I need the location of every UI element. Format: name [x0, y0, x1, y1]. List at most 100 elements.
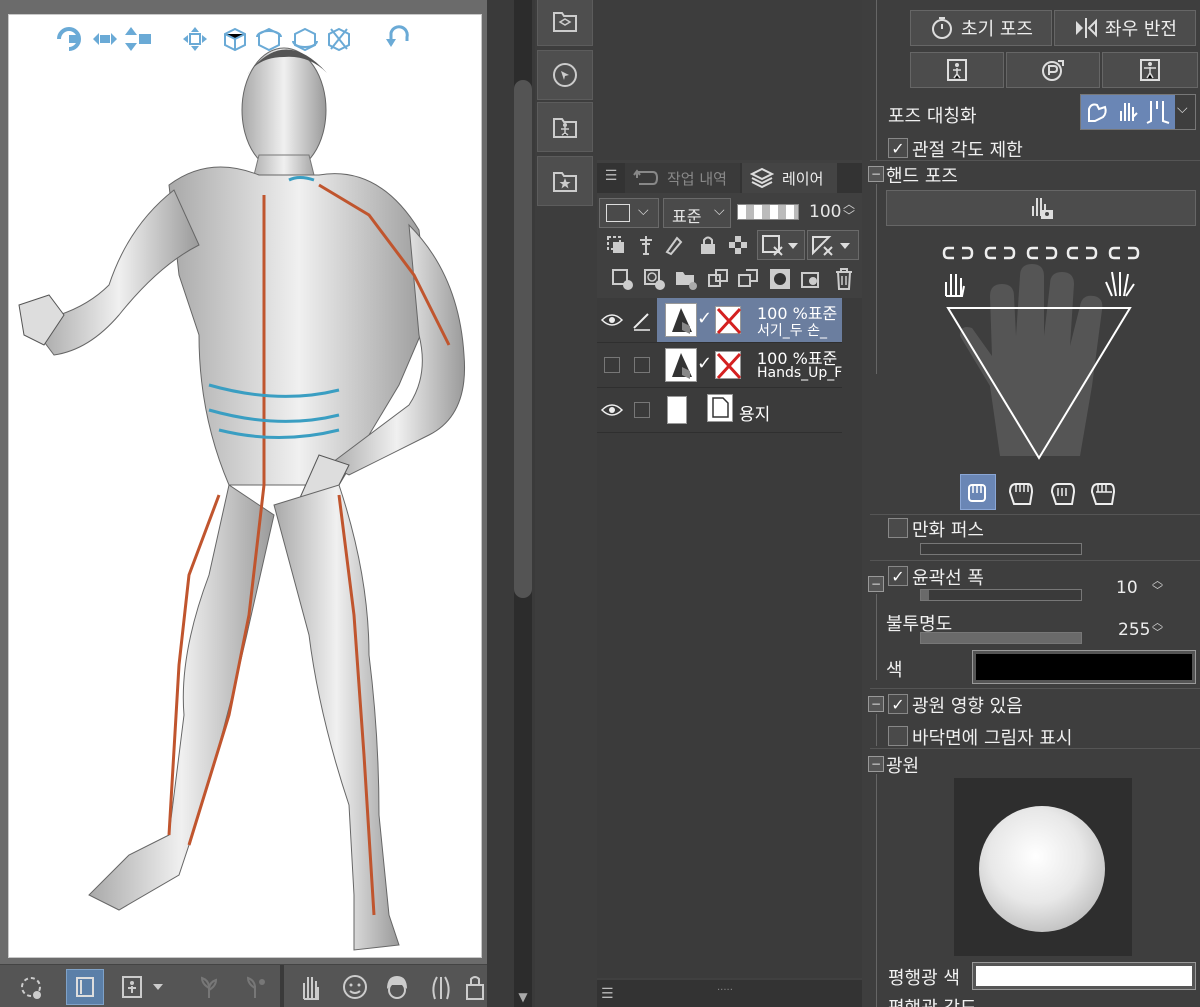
blend-mode-select[interactable]: 표준 ⌵ [663, 198, 731, 228]
fist-icon[interactable] [1006, 478, 1036, 508]
hand-pose-controller[interactable] [930, 236, 1150, 466]
layer-main-area[interactable]: ✓ 100 %표준 Hands_Up_Fr [657, 343, 842, 387]
bag-icon[interactable] [462, 969, 487, 1005]
edit-toggle[interactable] [627, 388, 657, 432]
rotate-camera-icon[interactable] [55, 25, 83, 53]
hand-scanner-button[interactable] [886, 190, 1196, 226]
outline-width-slider[interactable] [920, 589, 1082, 601]
joint-limit-checkbox[interactable]: ✓ [888, 138, 908, 158]
face-icon[interactable] [336, 969, 374, 1005]
dolly-camera-icon[interactable] [121, 25, 153, 53]
hand-pose-collapse-toggle[interactable]: − [868, 166, 884, 182]
initial-pose-button[interactable]: 초기 포즈 [910, 10, 1052, 46]
parallel-light-color-swatch[interactable] [972, 962, 1196, 990]
plant-icon[interactable] [190, 969, 228, 1005]
outline-collapse-toggle[interactable]: − [868, 576, 884, 592]
fist-icon[interactable] [1048, 478, 1078, 508]
opacity-prop-spinner-icon[interactable]: ︿ ﹀ [1152, 617, 1163, 638]
mask-enable-button[interactable] [757, 230, 805, 260]
outline-color-swatch[interactable] [972, 650, 1196, 684]
body-icon[interactable] [422, 969, 460, 1005]
draft-layer-icon[interactable] [661, 232, 687, 258]
plant-alt-icon[interactable] [236, 969, 274, 1005]
hair-icon[interactable] [378, 969, 416, 1005]
pan-camera-icon[interactable] [91, 25, 119, 53]
undo-arrow-icon[interactable] [383, 25, 411, 53]
link-icon[interactable] [1108, 244, 1140, 262]
tab-history[interactable]: 작업 내역 [625, 163, 740, 193]
link-icon[interactable] [984, 244, 1016, 262]
link-icon[interactable] [942, 244, 974, 262]
layer-row[interactable]: 용지 [597, 388, 842, 433]
flip-lr-button[interactable]: 좌우 반전 [1054, 10, 1196, 46]
edit-toggle[interactable] [627, 343, 657, 387]
layer-row[interactable]: ✓ 100 %표준 서기_두 손_ [597, 298, 842, 343]
material-pose-button[interactable] [537, 102, 593, 152]
pose-register-button[interactable] [910, 52, 1004, 88]
outline-width-value[interactable]: 10 [1116, 578, 1138, 598]
reference-layer-icon[interactable] [633, 232, 659, 258]
material-favorite-button[interactable] [537, 156, 593, 206]
pose-dropdown-icon[interactable] [116, 969, 172, 1005]
fist-icon[interactable] [1088, 478, 1118, 508]
link-icon[interactable] [1066, 244, 1098, 262]
clip-layer-icon[interactable] [603, 232, 629, 258]
eye-icon[interactable] [597, 298, 627, 342]
new-vector-layer-icon[interactable] [641, 266, 667, 292]
layer-main-area[interactable]: 용지 [657, 388, 842, 432]
light-collapse-toggle[interactable]: − [868, 696, 884, 712]
trash-icon[interactable] [831, 266, 857, 292]
transfer-layer-icon[interactable] [705, 266, 731, 292]
vertical-scrollbar-thumb[interactable] [514, 80, 532, 598]
snap-object-icon[interactable] [325, 25, 353, 53]
hand-spread-icon[interactable] [1102, 268, 1136, 300]
opacity-prop-value[interactable]: 255 [1118, 620, 1150, 640]
object-rotate-icon[interactable] [12, 969, 50, 1005]
layer-color-dropdown[interactable]: ⌵ [599, 198, 659, 228]
tab-layer[interactable]: 레이어 [742, 163, 837, 193]
layer-main-area[interactable]: ✓ 100 %표준 서기_두 손_ [657, 298, 842, 342]
floor-shadow-checkbox[interactable] [888, 726, 908, 746]
pose-figure-button[interactable] [1102, 52, 1198, 88]
opacity-spinner-icon[interactable]: ︿ ﹀ [843, 198, 855, 222]
hand-icon[interactable] [292, 969, 330, 1005]
rotate-object-3d-icon[interactable] [291, 25, 319, 53]
pose-scanner-button[interactable] [1006, 52, 1100, 88]
light-effect-checkbox[interactable]: ✓ [888, 694, 908, 714]
light-direction-sphere[interactable] [954, 778, 1132, 956]
scroll-down-arrow-icon[interactable]: ▼ [514, 988, 532, 1006]
canvas-paper[interactable] [8, 14, 482, 958]
material-3d-button[interactable] [537, 0, 593, 46]
visibility-toggle[interactable] [597, 343, 627, 387]
layer-row[interactable]: ✓ 100 %표준 Hands_Up_Fr [597, 343, 842, 388]
outline-width-spinner-icon[interactable]: ︿ ﹀ [1152, 575, 1163, 596]
outline-width-checkbox[interactable]: ✓ [888, 566, 908, 586]
opacity-value[interactable]: 100 [809, 202, 841, 222]
move-object-icon[interactable] [181, 25, 209, 53]
camera-layer-icon[interactable] [799, 266, 825, 292]
rotate-object-alt-icon[interactable] [255, 25, 283, 53]
mask-disabled-icon[interactable] [715, 306, 742, 335]
pen-edit-icon[interactable] [627, 298, 657, 342]
link-icon[interactable] [1026, 244, 1058, 262]
opacity-slider[interactable] [737, 204, 799, 220]
canvas-area[interactable] [0, 0, 487, 1007]
resize-handle[interactable]: ..... [717, 982, 733, 993]
panel-menu-icon[interactable]: ☰ [601, 986, 614, 1002]
manga-perspective-checkbox[interactable] [888, 518, 908, 538]
new-raster-layer-icon[interactable] [609, 266, 635, 292]
eye-icon[interactable] [597, 388, 627, 432]
lock-transparency-icon[interactable] [725, 232, 751, 258]
manga-perspective-slider[interactable] [920, 543, 1082, 555]
light-source-collapse-toggle[interactable]: − [868, 756, 884, 772]
layer-mask-icon[interactable] [767, 266, 793, 292]
panel-menu-icon[interactable]: ☰ [601, 168, 621, 188]
hand-preset-1[interactable] [960, 474, 996, 510]
hand-closed-icon[interactable] [940, 268, 970, 300]
merge-layer-icon[interactable] [735, 266, 761, 292]
ruler-enable-button[interactable] [807, 230, 859, 260]
rotate-object-icon[interactable] [221, 25, 249, 53]
opacity-prop-slider[interactable] [920, 632, 1082, 644]
pose-symmetry-select[interactable]: ⌵ [1080, 94, 1196, 130]
lock-icon[interactable] [695, 232, 721, 258]
